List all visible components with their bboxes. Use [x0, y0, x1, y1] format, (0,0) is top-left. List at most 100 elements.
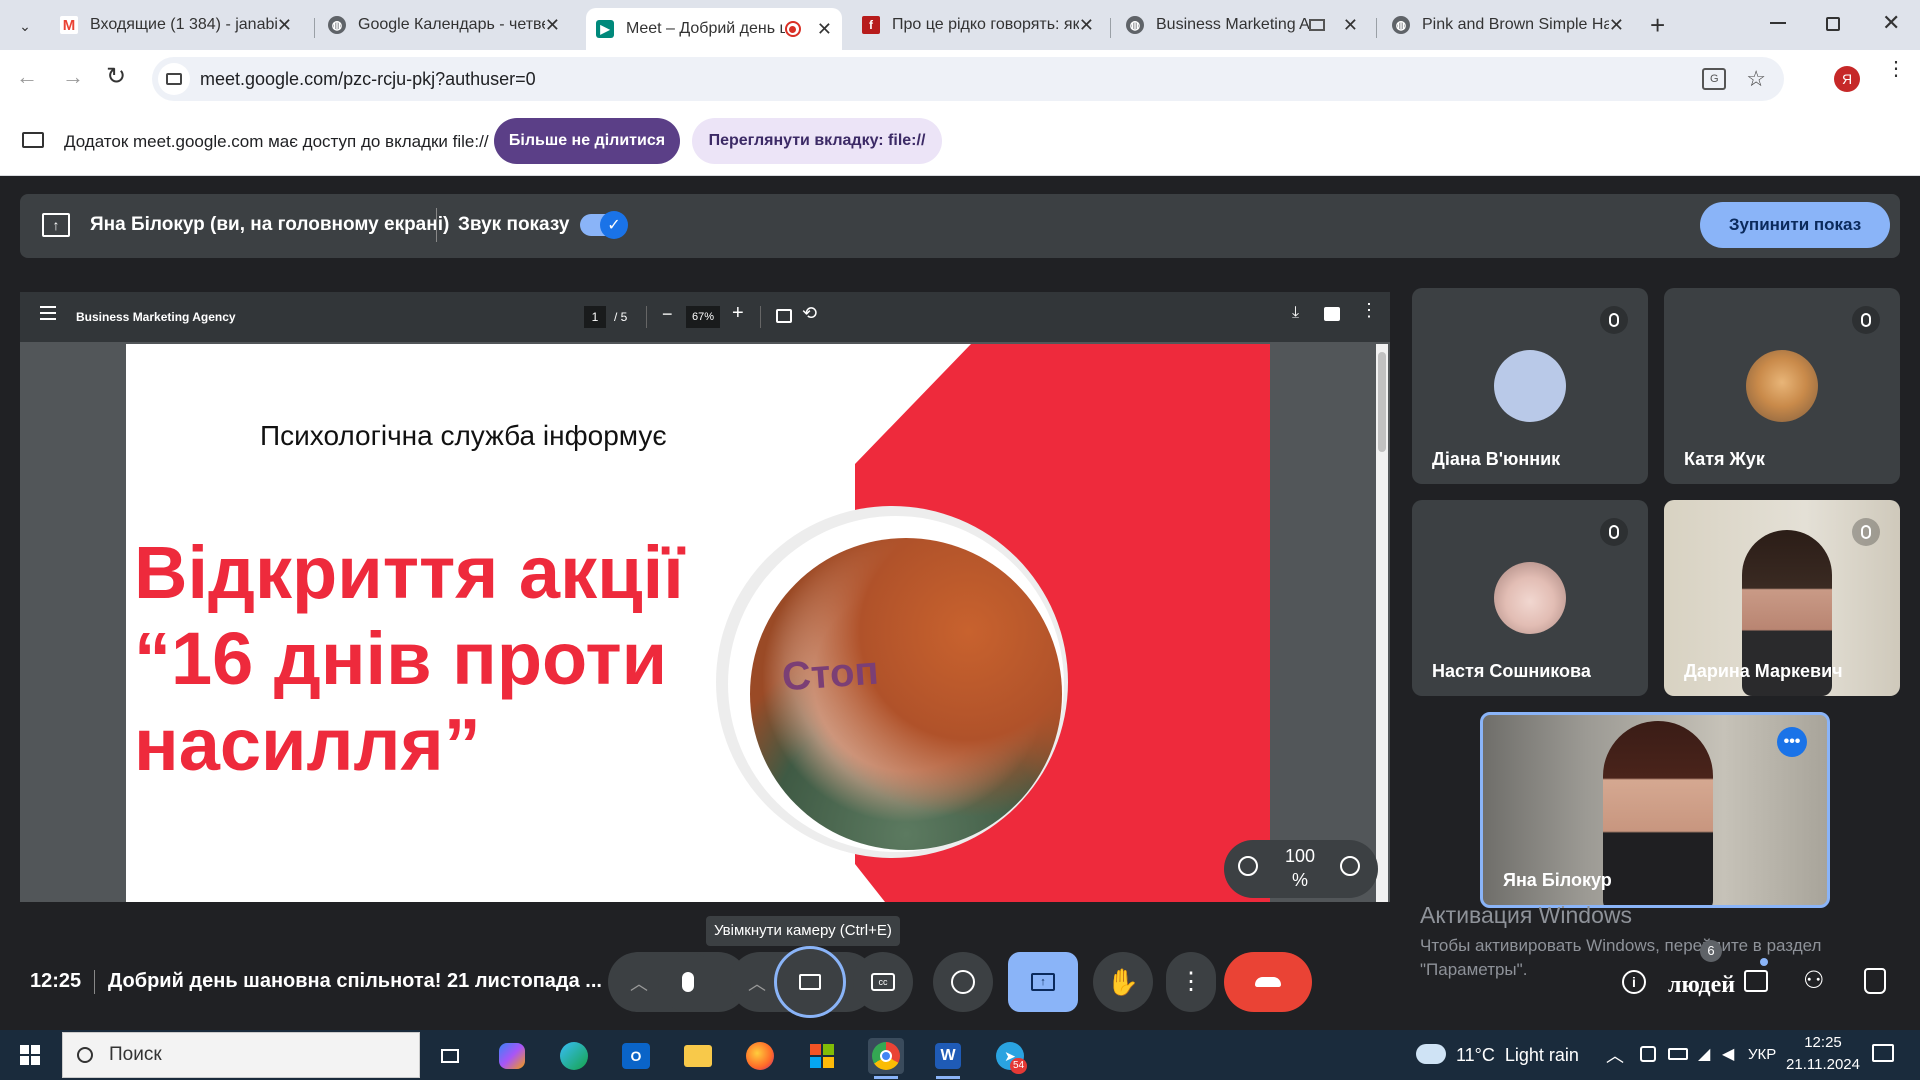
- captions-icon: cc: [871, 973, 895, 991]
- tab-business-marketing[interactable]: ◍ Business Marketing Ag ✕: [1116, 8, 1368, 42]
- chat-icon[interactable]: [1744, 970, 1768, 992]
- show-hidden-icons-icon[interactable]: ︿: [1606, 1042, 1624, 1068]
- leave-call-button[interactable]: [1224, 952, 1312, 1012]
- microphone-button[interactable]: [658, 952, 718, 1012]
- new-tab-icon[interactable]: +: [1650, 10, 1665, 41]
- pdf-toolbar: Business Marketing Agency 1 / 5 − 67% + …: [20, 292, 1390, 342]
- more-options-icon[interactable]: •••: [1777, 727, 1807, 757]
- browser-menu-icon[interactable]: ⋮: [1886, 59, 1906, 79]
- task-view-icon[interactable]: [432, 1038, 468, 1074]
- participant-tile[interactable]: Дарина Маркевич: [1664, 500, 1900, 696]
- pdf-more-icon[interactable]: ⋮: [1360, 301, 1378, 319]
- overlay-zoom-out-icon[interactable]: [1238, 856, 1258, 876]
- pdf-scrollbar[interactable]: [1376, 344, 1388, 902]
- stop-sharing-button[interactable]: Більше не ділитися: [494, 118, 680, 164]
- clock-time[interactable]: 12:25: [1778, 1034, 1868, 1051]
- word-icon[interactable]: W: [930, 1038, 966, 1074]
- close-tab-icon[interactable]: ✕: [277, 15, 292, 36]
- tab-meet[interactable]: ▶ Meet – Добрий день ш ✕: [586, 8, 842, 50]
- restore-icon[interactable]: [1826, 17, 1840, 31]
- minimize-icon[interactable]: [1770, 22, 1786, 24]
- avatar: [1494, 350, 1566, 422]
- zoom-out-icon[interactable]: −: [662, 304, 673, 325]
- stop-presenting-button[interactable]: Зупинити показ: [1700, 202, 1890, 248]
- taskbar-search-box[interactable]: Поиск: [62, 1032, 420, 1078]
- participant-tile[interactable]: Катя Жук: [1664, 288, 1900, 484]
- close-tab-icon[interactable]: ✕: [1079, 15, 1094, 36]
- profile-avatar[interactable]: Я: [1834, 66, 1860, 92]
- windows-activation-text: Чтобы активировать Windows, перейдите в …: [1420, 936, 1822, 955]
- present-screen-icon: ↑: [1031, 973, 1055, 991]
- tab-gmail[interactable]: M Входящие (1 384) - janabil ✕: [50, 8, 302, 42]
- participant-tile[interactable]: Настя Сошникова: [1412, 500, 1648, 696]
- site-info-icon[interactable]: [158, 63, 190, 95]
- battery-icon[interactable]: [1668, 1048, 1688, 1060]
- tab-pink-brown[interactable]: ◍ Pink and Brown Simple Ha ✕: [1382, 8, 1634, 42]
- present-button[interactable]: ↑: [1008, 952, 1078, 1012]
- activities-icon[interactable]: ⚇: [1803, 966, 1825, 995]
- zoom-input[interactable]: 67%: [686, 306, 720, 328]
- copilot-icon[interactable]: [494, 1038, 530, 1074]
- edge-icon[interactable]: [556, 1038, 592, 1074]
- tab-title: Meet – Добрий день ш: [626, 20, 785, 37]
- zoom-in-icon[interactable]: +: [732, 302, 744, 325]
- keyboard-language[interactable]: УКР: [1748, 1046, 1776, 1063]
- fit-page-icon[interactable]: [776, 309, 792, 323]
- headline-line: Відкриття акції: [134, 531, 684, 614]
- tab-calendar[interactable]: ◍ Google Календарь - четве ✕: [318, 8, 570, 42]
- participant-tile[interactable]: Діана В'юнник: [1412, 288, 1648, 484]
- reactions-button[interactable]: [933, 952, 993, 1012]
- hand-icon: ✋: [1106, 966, 1140, 997]
- file-explorer-icon[interactable]: [680, 1038, 716, 1074]
- rotate-icon[interactable]: ⟲: [802, 303, 817, 324]
- forward-icon[interactable]: →: [62, 64, 84, 90]
- participant-name: Катя Жук: [1684, 449, 1765, 469]
- close-tab-icon[interactable]: ✕: [817, 19, 832, 40]
- captions-button[interactable]: cc: [853, 952, 913, 1012]
- reload-icon[interactable]: ↻: [106, 62, 126, 91]
- translate-icon[interactable]: G: [1702, 68, 1727, 90]
- view-tab-button[interactable]: Переглянути вкладку: file://: [692, 118, 942, 164]
- more-options-button[interactable]: ⋮: [1166, 952, 1216, 1012]
- clock-date[interactable]: 21.11.2024: [1778, 1056, 1868, 1073]
- firefox-icon[interactable]: [742, 1038, 778, 1074]
- weather-icon[interactable]: [1416, 1044, 1446, 1064]
- mic-off-icon: [1852, 518, 1880, 546]
- omnibox[interactable]: meet.google.com/pzc-rcju-pkj?authuser=0 …: [152, 57, 1784, 101]
- pdf-menu-icon[interactable]: [40, 306, 56, 320]
- chrome-icon[interactable]: [868, 1038, 904, 1074]
- camera-button[interactable]: [774, 946, 846, 1018]
- outlook-icon[interactable]: O: [618, 1038, 654, 1074]
- close-window-icon[interactable]: ✕: [1882, 10, 1900, 36]
- stop-illustration-art: Стоп: [750, 538, 1062, 850]
- meeting-details-icon[interactable]: i: [1622, 970, 1646, 994]
- weather-text[interactable]: 11°C Light rain: [1456, 1045, 1579, 1066]
- wifi-icon[interactable]: ◢: [1698, 1044, 1710, 1064]
- back-icon[interactable]: ←: [16, 64, 38, 90]
- raise-hand-button[interactable]: ✋: [1093, 952, 1153, 1012]
- globe-icon: ◍: [328, 16, 346, 34]
- meet-tray-icon[interactable]: [1640, 1046, 1656, 1062]
- notifications-icon[interactable]: [1872, 1044, 1894, 1062]
- people-label[interactable]: людей: [1668, 972, 1735, 999]
- store-icon[interactable]: [804, 1038, 840, 1074]
- page-number-input[interactable]: 1: [584, 306, 606, 328]
- self-video-tile[interactable]: ••• Яна Білокур: [1480, 712, 1830, 908]
- print-icon[interactable]: [1324, 307, 1340, 321]
- bookmark-star-icon[interactable]: ☆: [1746, 66, 1766, 92]
- close-tab-icon[interactable]: ✕: [1343, 15, 1358, 36]
- pdf-title: Business Marketing Agency: [76, 310, 236, 324]
- hang-up-icon: [1255, 977, 1281, 987]
- avatar: [1746, 350, 1818, 422]
- windows-start-icon[interactable]: [20, 1045, 40, 1065]
- close-tab-icon[interactable]: ✕: [1609, 15, 1624, 36]
- tab-article[interactable]: f Про це рідко говорять: як ✕: [852, 8, 1104, 42]
- tab-search-button[interactable]: ⌄: [12, 14, 38, 38]
- browser-tab-bar: ⌄ M Входящие (1 384) - janabil ✕ ◍ Googl…: [0, 0, 1920, 50]
- close-tab-icon[interactable]: ✕: [545, 15, 560, 36]
- host-controls-icon[interactable]: [1864, 968, 1886, 994]
- volume-icon[interactable]: ◀: [1722, 1044, 1734, 1064]
- download-icon[interactable]: ⤓: [1292, 304, 1299, 322]
- overlay-zoom-in-icon[interactable]: [1340, 856, 1360, 876]
- audio-toggle[interactable]: ✓: [580, 211, 628, 239]
